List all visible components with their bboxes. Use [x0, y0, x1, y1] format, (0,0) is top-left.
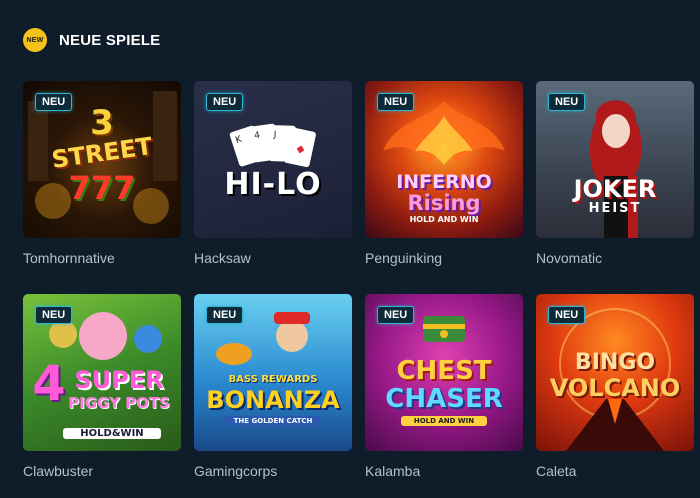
game-card[interactable]: K 4 J HI-LO NEU Hacksaw [194, 81, 352, 266]
game-thumbnail[interactable]: CHEST CHASER HOLD AND WIN NEU [365, 294, 523, 451]
game-art-subtitle: Rising [407, 191, 481, 215]
game-card[interactable]: BASS REWARDS BONANZA THE GOLDEN CATCH NE… [194, 294, 352, 479]
game-art-subtitle: BASS REWARDS [228, 374, 318, 385]
game-provider[interactable]: Tomhornnative [23, 250, 181, 266]
game-thumbnail[interactable]: 4 SUPER PIGGY POTS HOLD&WIN NEU [23, 294, 181, 451]
game-art-title: BINGO [574, 350, 656, 375]
games-row: 4 SUPER PIGGY POTS HOLD&WIN NEU Clawbust… [23, 294, 694, 479]
section-title: NEUE SPIELE [59, 31, 161, 49]
game-art-title: BONANZA [206, 386, 340, 414]
neu-badge: NEU [377, 306, 415, 324]
game-thumbnail[interactable]: BINGO VOLCANO NEU [536, 294, 694, 451]
game-art-tagline: HOLD AND WIN [401, 416, 487, 426]
game-card[interactable]: 3 STREET 777 NEU Tomhornnative [23, 81, 181, 266]
game-provider[interactable]: Kalamba [365, 463, 523, 479]
svg-text:J: J [272, 130, 276, 140]
game-thumbnail[interactable]: 3 STREET 777 NEU [23, 81, 181, 238]
game-card[interactable]: INFERNO Rising HOLD AND WIN NEU Penguink… [365, 81, 523, 266]
game-art-title: SUPER [74, 366, 164, 394]
game-art-subtitle: CHASER [385, 384, 503, 414]
game-card[interactable]: 4 SUPER PIGGY POTS HOLD&WIN NEU Clawbust… [23, 294, 181, 479]
game-art-subtitle: 777 [68, 169, 136, 207]
game-thumbnail[interactable]: BASS REWARDS BONANZA THE GOLDEN CATCH NE… [194, 294, 352, 451]
game-provider[interactable]: Hacksaw [194, 250, 352, 266]
neu-badge: NEU [35, 306, 73, 324]
game-art-title: INFERNO [396, 171, 492, 193]
section-header: NEW NEUE SPIELE [23, 28, 160, 52]
neu-badge: NEU [206, 306, 244, 324]
game-provider[interactable]: Novomatic [536, 250, 694, 266]
game-provider[interactable]: Caleta [536, 463, 694, 479]
game-art-subtitle: PIGGY POTS [68, 394, 170, 412]
game-card[interactable]: JOKER HEIST NEU Novomatic [536, 81, 694, 266]
game-provider[interactable]: Penguinking [365, 250, 523, 266]
game-card[interactable]: CHEST CHASER HOLD AND WIN NEU Kalamba [365, 294, 523, 479]
neu-badge: NEU [548, 93, 586, 111]
game-provider[interactable]: Clawbuster [23, 463, 181, 479]
game-art-subtitle: VOLCANO [549, 374, 681, 402]
game-thumbnail[interactable]: INFERNO Rising HOLD AND WIN NEU [365, 81, 523, 238]
neu-badge: NEU [377, 93, 415, 111]
game-art-tagline: HOLD AND WIN [409, 215, 479, 224]
game-art-title: HI-LO [224, 167, 322, 202]
new-badge-icon: NEW [23, 28, 47, 52]
game-thumbnail[interactable]: K 4 J HI-LO NEU [194, 81, 352, 238]
game-thumbnail[interactable]: JOKER HEIST NEU [536, 81, 694, 238]
game-art-title: JOKER [573, 175, 657, 203]
game-art-tagline: HOLD&WIN [63, 428, 161, 439]
neu-badge: NEU [206, 93, 244, 111]
game-card[interactable]: BINGO VOLCANO NEU Caleta [536, 294, 694, 479]
game-art-title: CHEST [396, 356, 492, 386]
games-row: 3 STREET 777 NEU Tomhornnative K 4 J HI-… [23, 81, 694, 266]
game-art-subtitle: HEIST [588, 201, 642, 216]
neu-badge: NEU [548, 306, 586, 324]
neu-badge: NEU [35, 93, 73, 111]
game-provider[interactable]: Gamingcorps [194, 463, 352, 479]
games-grid: 3 STREET 777 NEU Tomhornnative K 4 J HI-… [23, 81, 694, 479]
game-art-tagline: THE GOLDEN CATCH [224, 416, 322, 426]
